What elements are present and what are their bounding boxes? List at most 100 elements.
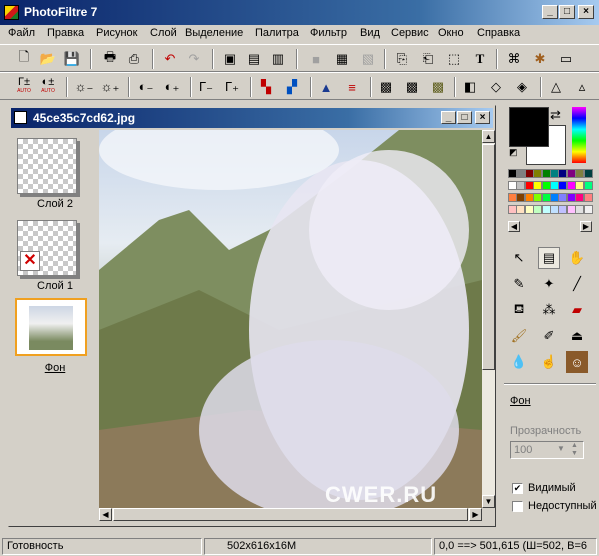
scroll-left-arrow-icon[interactable]: ◀ (99, 508, 112, 521)
opacity-dropdown-icon[interactable]: ▼ (557, 444, 565, 453)
menu-selection[interactable]: Выделение (185, 27, 243, 39)
contrast-plus-icon[interactable]: ◐₊ (162, 77, 182, 97)
filter-a-icon[interactable]: ▩ (376, 77, 396, 97)
contrast-minus-icon[interactable]: ◐₋ (136, 77, 156, 97)
move-layer-tool-icon[interactable]: ▤ (538, 247, 560, 269)
opacity-spinner-icon[interactable]: ▲ ▼ (571, 442, 578, 458)
auto-contrast-icon[interactable]: ◐± AUTO (38, 77, 58, 97)
visible-checkbox[interactable]: ✔ (512, 483, 523, 494)
menu-file[interactable]: Файл (8, 27, 35, 39)
brush-tool-icon[interactable]: 🖌 (508, 325, 530, 347)
magic-wand-tool-icon[interactable]: ✦ (538, 273, 560, 295)
open-icon[interactable]: 📂 (38, 49, 58, 69)
triangle-icon[interactable]: △ (546, 77, 566, 97)
line-tool-icon[interactable]: ╱ (566, 273, 588, 295)
new-icon[interactable]: 🗋 (14, 49, 34, 69)
locked-checkbox[interactable] (512, 501, 523, 512)
menu-window[interactable]: Окно (438, 27, 464, 39)
image-canvas[interactable]: CWER.RU (99, 130, 482, 508)
palette-color-cell[interactable] (583, 205, 593, 214)
reset-colors-icon[interactable]: ◩ (509, 147, 518, 158)
sharpen-drop-icon[interactable]: ◈ (512, 77, 532, 97)
blur-tool-icon[interactable]: 💧 (508, 351, 530, 373)
foreground-color-swatch[interactable] (509, 107, 549, 147)
print-icon[interactable]: 🖶 (100, 49, 120, 69)
filter-c-icon[interactable]: ▩ (428, 77, 448, 97)
swap-colors-icon[interactable]: ⇄ (550, 107, 561, 123)
fill-icon[interactable]: ■ (306, 49, 326, 69)
layer-thumbnail-selected[interactable] (15, 298, 87, 356)
close-button[interactable]: × (578, 5, 594, 19)
palette-color-cell[interactable] (583, 169, 593, 178)
palette-left-arrow-icon[interactable]: ◀ (508, 221, 520, 232)
menu-tools[interactable]: Сервис (391, 27, 429, 39)
brightness-minus-icon[interactable]: ☼₋ (74, 77, 94, 97)
smudge-tool-icon[interactable]: ☝ (538, 351, 560, 373)
eraser-tool-icon[interactable]: ▰ (566, 299, 588, 321)
undo-icon[interactable]: ↶ (160, 49, 180, 69)
doc-maximize-button[interactable]: □ (457, 111, 472, 124)
scan-icon[interactable]: ⎙ (124, 49, 144, 69)
vertical-scrollbar[interactable]: ▲ ▼ (482, 130, 495, 508)
hue-slider[interactable] (572, 107, 586, 163)
layer-copy-icon[interactable]: ▤ (244, 49, 264, 69)
auto-levels-icon[interactable]: Γ± AUTO (14, 77, 34, 97)
menu-palette[interactable]: Палитра (255, 27, 299, 39)
palette-color-cell[interactable] (583, 181, 593, 190)
selection-icon[interactable]: ⬚ (444, 49, 464, 69)
color-grid-icon[interactable]: ▦ (332, 49, 352, 69)
vertical-scroll-thumb[interactable] (482, 144, 495, 370)
layer-thumbnail[interactable]: ✕ (17, 220, 77, 276)
menu-layer[interactable]: Слой (150, 27, 177, 39)
menu-view[interactable]: Вид (360, 27, 380, 39)
paste-layer-icon[interactable]: ▥ (268, 49, 288, 69)
color-balance-icon[interactable]: ≡ (342, 77, 362, 97)
drop-icon[interactable]: ◇ (486, 77, 506, 97)
redo-icon[interactable]: ↷ (184, 49, 204, 69)
opacity-field[interactable]: 100 ▼ ▲ ▼ (510, 441, 584, 459)
export-icon[interactable]: ⎘ (392, 49, 412, 69)
advanced-brush-tool-icon[interactable]: ✐ (538, 325, 560, 347)
doc-minimize-button[interactable]: _ (441, 111, 456, 124)
image-icon[interactable]: ▣ (220, 49, 240, 69)
fill-bucket-tool-icon[interactable]: ⛾ (508, 299, 530, 321)
doc-close-button[interactable]: × (475, 111, 490, 124)
brightness-plus-icon[interactable]: ☼₊ (100, 77, 120, 97)
saturation-plus-icon[interactable]: ▞ (282, 77, 302, 97)
layer-thumbnail[interactable] (17, 138, 77, 194)
spray-tool-icon[interactable]: ⁂ (538, 299, 560, 321)
scroll-up-arrow-icon[interactable]: ▲ (482, 130, 495, 143)
gamma-plus-icon[interactable]: Γ₊ (222, 77, 242, 97)
minimize-button[interactable]: _ (542, 5, 558, 19)
palette-right-arrow-icon[interactable]: ▶ (580, 221, 592, 232)
palette-color-cell[interactable] (583, 193, 593, 202)
scroll-down-arrow-icon[interactable]: ▼ (482, 495, 495, 508)
mask-icon[interactable]: ▧ (358, 49, 378, 69)
import-icon[interactable]: ⎗ (418, 49, 438, 69)
horizontal-scroll-thumb[interactable] (113, 508, 468, 521)
menu-edit[interactable]: Правка (47, 27, 84, 39)
tree-icon[interactable]: ⌘ (504, 49, 524, 69)
scroll-right-arrow-icon[interactable]: ▶ (469, 508, 482, 521)
gamma-minus-icon[interactable]: Γ₋ (196, 77, 216, 97)
text-tool-icon[interactable]: T (470, 49, 490, 69)
triangle-fill-icon[interactable]: ▵ (572, 77, 592, 97)
eyedropper-tool-icon[interactable]: ✎ (508, 273, 530, 295)
saturation-minus-icon[interactable]: ▚ (256, 77, 276, 97)
pointer-tool-icon[interactable]: ↖ (508, 247, 530, 269)
menu-filter[interactable]: Фильтр (310, 27, 347, 39)
stamp-tool-icon[interactable]: ⏏ (566, 325, 588, 347)
maximize-button[interactable]: □ (559, 5, 575, 19)
horizontal-scrollbar[interactable]: ◀ ▶ (99, 508, 482, 521)
histogram-icon[interactable]: ▲ (316, 77, 336, 97)
palette-scrollbar[interactable]: ◀ ▶ (508, 221, 592, 232)
clone-tool-icon[interactable]: ☺ (566, 351, 588, 373)
menu-help[interactable]: Справка (477, 27, 520, 39)
browser-icon[interactable]: ▭ (556, 49, 576, 69)
menu-image[interactable]: Рисунок (96, 27, 138, 39)
hand-tool-icon[interactable]: ✋ (566, 247, 588, 269)
blur-icon[interactable]: ◧ (460, 77, 480, 97)
plugin-icon[interactable]: ✱ (530, 49, 550, 69)
save-icon[interactable]: 💾 (62, 49, 82, 69)
filter-b-icon[interactable]: ▩ (402, 77, 422, 97)
